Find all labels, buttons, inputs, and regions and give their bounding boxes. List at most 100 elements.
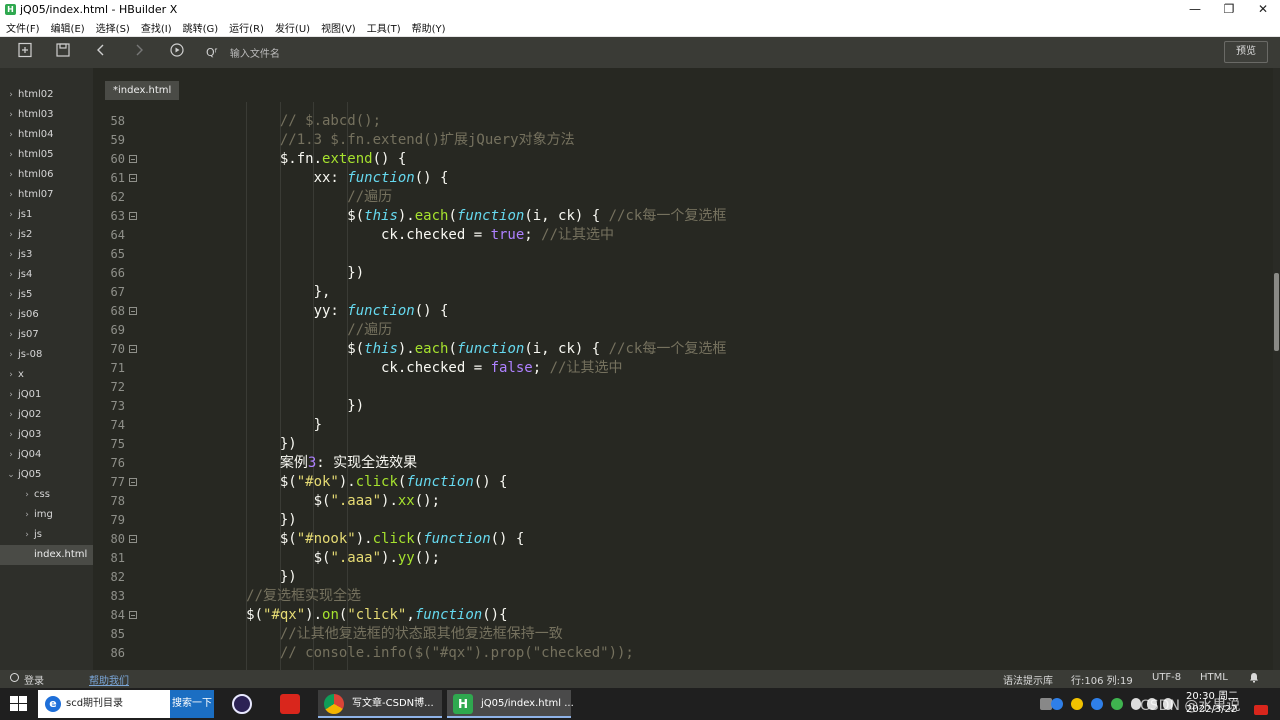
code-line[interactable]: 60 $.fn.extend() { <box>93 150 1273 169</box>
sidebar-item-x[interactable]: › x <box>0 365 93 385</box>
maximize-button[interactable]: ❐ <box>1212 0 1246 18</box>
sidebar-item-css[interactable]: › css <box>0 485 93 505</box>
code-line[interactable]: 86 // console.info($("#qx").prop("checke… <box>93 644 1273 663</box>
code-line[interactable]: 61 xx: function() { <box>93 169 1273 188</box>
menu-find[interactable]: 查找(I) <box>141 20 172 35</box>
windows-start-icon[interactable] <box>10 696 28 712</box>
editor-scrollbar[interactable] <box>1273 68 1280 670</box>
sidebar-item-html07[interactable]: › html07 <box>0 185 93 205</box>
language-mode[interactable]: HTML <box>1200 672 1228 683</box>
code-line[interactable]: 79 }) <box>93 511 1273 530</box>
code-line[interactable]: 85 //让其他复选框的状态跟其他复选框保持一致 <box>93 625 1273 644</box>
fold-toggle-icon[interactable] <box>129 174 137 182</box>
sidebar-item-js1[interactable]: › js1 <box>0 205 93 225</box>
code-line[interactable]: 74 } <box>93 416 1273 435</box>
sidebar-item-js06[interactable]: › js06 <box>0 305 93 325</box>
k-app-icon[interactable] <box>1051 698 1063 710</box>
sidebar-item-html05[interactable]: › html05 <box>0 145 93 165</box>
cursor-position[interactable]: 行:106 列:19 <box>1071 672 1133 687</box>
code-line[interactable]: 58 // $.abcd(); <box>93 112 1273 131</box>
preview-button[interactable]: 预览 <box>1224 41 1268 63</box>
code-line[interactable]: 83 //复选框实现全选 <box>93 587 1273 606</box>
code-line[interactable]: 76 案例3: 实现全选效果 <box>93 454 1273 473</box>
menu-publish[interactable]: 发行(U) <box>275 20 310 35</box>
taskbar-search-input[interactable]: e scd期刊目录 <box>38 690 170 718</box>
code-line[interactable]: 81 $(".aaa").yy(); <box>93 549 1273 568</box>
code-line[interactable]: 77 $("#ok").click(function() { <box>93 473 1273 492</box>
new-file-icon[interactable] <box>12 41 38 65</box>
sidebar-item-js4[interactable]: › js4 <box>0 265 93 285</box>
forward-icon[interactable] <box>126 41 152 65</box>
run-icon[interactable] <box>164 41 190 65</box>
menu-run[interactable]: 运行(R) <box>229 20 264 35</box>
minimize-button[interactable]: — <box>1178 0 1212 18</box>
save-icon[interactable] <box>50 41 76 65</box>
code-line[interactable]: 82 }) <box>93 568 1273 587</box>
menu-tools[interactable]: 工具(T) <box>367 20 401 35</box>
code-line[interactable]: 64 ck.checked = true; //让其选中 <box>93 226 1273 245</box>
fold-toggle-icon[interactable] <box>129 345 137 353</box>
code-line[interactable]: 70 $(this).each(function(i, ck) { //ck每一… <box>93 340 1273 359</box>
sidebar-item-jq04[interactable]: › jQ04 <box>0 445 93 465</box>
code-line[interactable]: 65 <box>93 245 1273 264</box>
sidebar-item-html04[interactable]: › html04 <box>0 125 93 145</box>
sidebar-item-html03[interactable]: › html03 <box>0 105 93 125</box>
fold-toggle-icon[interactable] <box>129 535 137 543</box>
sidebar-item-js[interactable]: › js <box>0 525 93 545</box>
notification-icon[interactable] <box>1254 705 1268 715</box>
code-editor[interactable]: 58 // $.abcd(); 59 //1.3 $.fn.extend()扩展j… <box>93 102 1273 670</box>
tab-index-html[interactable]: *index.html <box>105 81 180 100</box>
sidebar-item-jq02[interactable]: › jQ02 <box>0 405 93 425</box>
encoding[interactable]: UTF-8 <box>1152 672 1181 683</box>
code-line[interactable]: 67 }, <box>93 283 1273 302</box>
sidebar-item-img[interactable]: › img <box>0 505 93 525</box>
taskbar-app-chrome[interactable]: 写文章-CSDN博... <box>318 690 442 718</box>
fold-toggle-icon[interactable] <box>129 478 137 486</box>
menu-goto[interactable]: 跳转(G) <box>183 20 219 35</box>
eclipse-taskbar-icon[interactable] <box>222 690 262 718</box>
sidebar-item-html02[interactable]: › html02 <box>0 85 93 105</box>
sidebar-item-jq03[interactable]: › jQ03 <box>0 425 93 445</box>
file-search[interactable]: Qᶠ 输入文件名 <box>206 45 280 60</box>
code-line[interactable]: 63 $(this).each(function(i, ck) { //ck每一… <box>93 207 1273 226</box>
code-line[interactable]: 66 }) <box>93 264 1273 283</box>
code-line[interactable]: 78 $(".aaa").xx(); <box>93 492 1273 511</box>
sidebar-item-html06[interactable]: › html06 <box>0 165 93 185</box>
syntax-hint-library[interactable]: 语法提示库 <box>1003 672 1053 687</box>
help-us-link[interactable]: 帮助我们 <box>89 672 129 687</box>
security-icon[interactable] <box>1111 698 1123 710</box>
sidebar-item-js07[interactable]: › js07 <box>0 325 93 345</box>
fold-toggle-icon[interactable] <box>129 155 137 163</box>
wps-taskbar-icon[interactable] <box>270 690 310 718</box>
menu-edit[interactable]: 编辑(E) <box>51 20 85 35</box>
sidebar-item-jq01[interactable]: › jQ01 <box>0 385 93 405</box>
fold-toggle-icon[interactable] <box>129 611 137 619</box>
close-button[interactable]: ✕ <box>1246 0 1280 18</box>
fold-toggle-icon[interactable] <box>129 212 137 220</box>
scrollbar-thumb[interactable] <box>1274 273 1279 351</box>
code-line[interactable]: 73 }) <box>93 397 1273 416</box>
shield-icon[interactable] <box>1091 698 1103 710</box>
sidebar-item-js5[interactable]: › js5 <box>0 285 93 305</box>
sidebar-item-js3[interactable]: › js3 <box>0 245 93 265</box>
code-line[interactable]: 69 //遍历 <box>93 321 1273 340</box>
search-input[interactable]: 输入文件名 <box>230 45 280 60</box>
taskbar-app-hbuilder[interactable]: H jQ05/index.html ... <box>447 690 574 718</box>
sidebar-item-js2[interactable]: › js2 <box>0 225 93 245</box>
code-line[interactable]: 71 ck.checked = false; //让其选中 <box>93 359 1273 378</box>
menu-help[interactable]: 帮助(Y) <box>412 20 446 35</box>
sidebar-item-index-html[interactable]: index.html <box>0 545 93 565</box>
code-line[interactable]: 84 $("#qx").on("click",function(){ <box>93 606 1273 625</box>
code-line[interactable]: 72 <box>93 378 1273 397</box>
code-line[interactable]: 59 //1.3 $.fn.extend()扩展jQuery对象方法 <box>93 131 1273 150</box>
taskbar-search-button[interactable]: 搜索一下 <box>170 690 214 718</box>
menu-view[interactable]: 视图(V) <box>321 20 356 35</box>
sidebar-item-js-08[interactable]: › js-08 <box>0 345 93 365</box>
code-line[interactable]: 68 yy: function() { <box>93 302 1273 321</box>
bell-icon[interactable] <box>1249 672 1259 686</box>
menu-file[interactable]: 文件(F) <box>6 20 40 35</box>
menu-select[interactable]: 选择(S) <box>96 20 130 35</box>
fold-toggle-icon[interactable] <box>129 307 137 315</box>
login-link[interactable]: 登录 <box>10 672 44 687</box>
code-line[interactable]: 62 //遍历 <box>93 188 1273 207</box>
